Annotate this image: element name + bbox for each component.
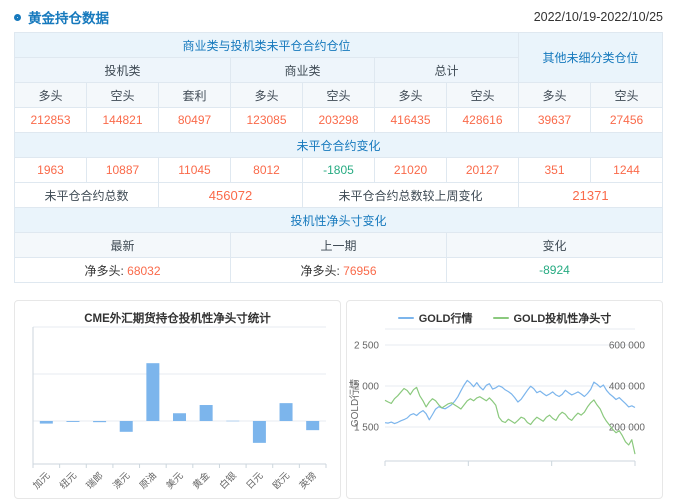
- blue-dash-icon: [398, 317, 414, 319]
- subgroup-total: 总计: [375, 58, 519, 83]
- table-row-net-values: 净多头: 68032 净多头: 76956 -8924: [15, 258, 663, 283]
- net-latest-label: 净多头:: [84, 264, 123, 278]
- page-title-text: 黄金持仓数据: [28, 7, 109, 27]
- svg-text:2 500: 2 500: [354, 341, 379, 352]
- oi-change-value: 1963: [15, 158, 87, 183]
- svg-text:400 000: 400 000: [609, 382, 646, 393]
- col-header: 空头: [87, 83, 159, 108]
- date-range: 2022/10/19-2022/10/25: [534, 10, 663, 24]
- page-title: 黄金持仓数据: [14, 7, 109, 27]
- page-header: 黄金持仓数据 2022/10/19-2022/10/25: [0, 0, 677, 32]
- oi-change-value: 11045: [159, 158, 231, 183]
- svg-text:英镑: 英镑: [297, 470, 319, 492]
- legend-item-gold-net-position: GOLD投机性净头寸: [493, 310, 612, 326]
- net-col-latest: 最新: [15, 233, 231, 258]
- legend-label: GOLD行情: [419, 310, 473, 326]
- legend-label: GOLD投机性净头寸: [514, 310, 612, 326]
- line-chart-card: GOLD行情 GOLD投机性净头寸 2 5002 0001 500600 000…: [346, 300, 663, 499]
- svg-text:白银: 白银: [217, 469, 239, 491]
- col-header: 空头: [303, 83, 375, 108]
- net-change-value: -8924: [447, 258, 663, 283]
- svg-text:日元: 日元: [244, 470, 266, 492]
- net-col-previous: 上一期: [231, 233, 447, 258]
- subgroup-commercial: 商业类: [231, 58, 375, 83]
- table-row-net-cols: 最新 上一期 变化: [15, 233, 663, 258]
- subgroup-speculative: 投机类: [15, 58, 231, 83]
- total-change-label: 未平仓合约总数较上周变化: [303, 183, 519, 208]
- bar-chart-title: CME外汇期货持仓投机性净头寸统计: [15, 301, 340, 325]
- bar-chart-card: CME外汇期货持仓投机性净头寸统计 加元纽元瑞郎澳元原油美元黄金白银日元欧元英镑: [14, 300, 341, 499]
- position-value: 27456: [591, 108, 663, 133]
- table-row-oi-changes: 1963 10887 11045 8012 -1805 21020 20127 …: [15, 158, 663, 183]
- oi-change-value: 20127: [447, 158, 519, 183]
- col-header: 套利: [159, 83, 231, 108]
- svg-text:黄金: 黄金: [190, 469, 212, 491]
- position-value: 144821: [87, 108, 159, 133]
- position-value: 416435: [375, 108, 447, 133]
- table-row-totals: 未平仓合约总数 456072 未平仓合约总数较上周变化 21371: [15, 183, 663, 208]
- legend-item-gold-price: GOLD行情: [398, 310, 473, 326]
- total-oi-value: 456072: [159, 183, 303, 208]
- svg-text:原油: 原油: [137, 470, 159, 492]
- col-header: 多头: [519, 83, 591, 108]
- col-header: 空头: [447, 83, 519, 108]
- position-value: 80497: [159, 108, 231, 133]
- ring-icon: [14, 14, 21, 21]
- col-header: 多头: [231, 83, 303, 108]
- line-chart-legend: GOLD行情 GOLD投机性净头寸: [347, 301, 662, 325]
- group-header-left: 商业类与投机类未平仓合约仓位: [15, 33, 519, 58]
- table-row-oi-change-header: 未平仓合约变化: [15, 133, 663, 158]
- oi-change-value: 1244: [591, 158, 663, 183]
- net-latest-value: 68032: [127, 264, 160, 278]
- net-latest-cell: 净多头: 68032: [15, 258, 231, 283]
- col-header: 空头: [591, 83, 663, 108]
- net-col-change: 变化: [447, 233, 663, 258]
- net-prev-cell: 净多头: 76956: [231, 258, 447, 283]
- svg-text:600 000: 600 000: [609, 341, 646, 352]
- oi-change-value: 8012: [231, 158, 303, 183]
- total-change-value: 21371: [519, 183, 663, 208]
- cme-net-position-bar-chart: 加元纽元瑞郎澳元原油美元黄金白银日元欧元英镑: [15, 325, 340, 495]
- svg-text:纽元: 纽元: [57, 469, 79, 491]
- oi-change-value: 10887: [87, 158, 159, 183]
- col-header: 多头: [15, 83, 87, 108]
- oi-change-value: -1805: [303, 158, 375, 183]
- position-value: 39637: [519, 108, 591, 133]
- charts-row: CME外汇期货持仓投机性净头寸统计 加元纽元瑞郎澳元原油美元黄金白银日元欧元英镑…: [14, 300, 663, 499]
- position-value: 212853: [15, 108, 87, 133]
- position-value: 203298: [303, 108, 375, 133]
- position-value: 428616: [447, 108, 519, 133]
- net-position-header: 投机性净头寸变化: [15, 208, 663, 233]
- svg-text:瑞郎: 瑞郎: [84, 470, 106, 492]
- net-prev-value: 76956: [343, 264, 376, 278]
- total-oi-label: 未平仓合约总数: [15, 183, 159, 208]
- oi-change-header: 未平仓合约变化: [15, 133, 663, 158]
- oi-change-value: 21020: [375, 158, 447, 183]
- table-row-net-header: 投机性净头寸变化: [15, 208, 663, 233]
- positions-table: 商业类与投机类未平仓合约仓位 其他未细分类仓位 投机类 商业类 总计 多头 空头…: [14, 32, 663, 283]
- group-header-right: 其他未细分类仓位: [519, 33, 663, 83]
- svg-text:GOLD行情: GOLD行情: [348, 379, 361, 427]
- table-row-positions: 212853 144821 80497 123085 203298 416435…: [15, 108, 663, 133]
- gold-price-net-position-line-chart: 2 5002 0001 500600 000400 000200 000GOLD…: [347, 325, 662, 491]
- position-value: 123085: [231, 108, 303, 133]
- green-dash-icon: [493, 317, 509, 319]
- table-row-group-headers: 商业类与投机类未平仓合约仓位 其他未细分类仓位: [15, 33, 663, 58]
- table-row-col-headers: 多头 空头 套利 多头 空头 多头 空头 多头 空头: [15, 83, 663, 108]
- col-header: 多头: [375, 83, 447, 108]
- svg-text:美元: 美元: [164, 469, 186, 491]
- svg-text:加元: 加元: [31, 470, 53, 492]
- net-prev-label: 净多头:: [300, 264, 339, 278]
- oi-change-value: 351: [519, 158, 591, 183]
- svg-text:澳元: 澳元: [110, 469, 132, 491]
- svg-text:欧元: 欧元: [270, 469, 292, 491]
